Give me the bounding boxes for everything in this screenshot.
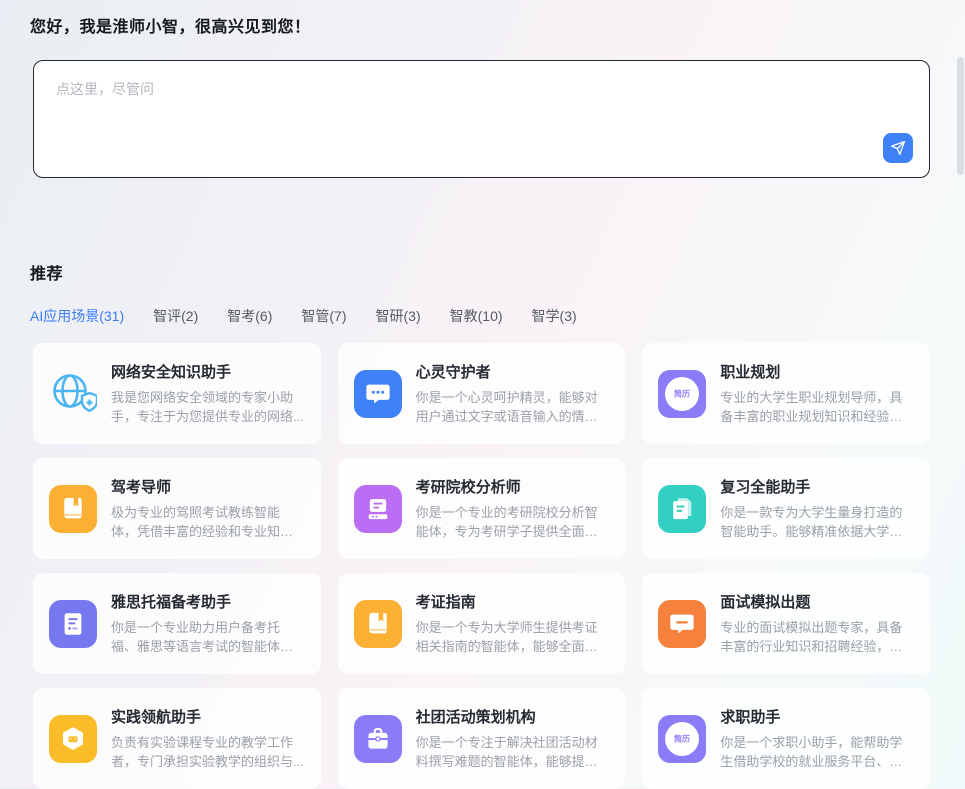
agent-card-desc: 专业的面试模拟出题专家，具备丰富的行业知识和招聘经验，能够... <box>720 618 914 656</box>
agent-card-title: 心灵守护者 <box>416 361 610 382</box>
agent-card-desc: 你是一个专注于解决社团活动材料撰写难题的智能体，能够提供极... <box>416 733 610 771</box>
book-icon <box>354 600 402 648</box>
scrollbar-thumb[interactable] <box>957 57 964 175</box>
agent-card-grid: 网络安全知识助手 我是您网络安全领域的专家小助手，专注于为您提供专业的网络...… <box>33 343 930 789</box>
agent-card[interactable]: 复习全能助手 你是一款专为大学生量身打造的智能助手。能够精准依据大学生的... <box>642 458 930 559</box>
chat-input-box[interactable] <box>33 60 930 178</box>
agent-card-title: 职业规划 <box>720 361 914 382</box>
greeting-text: 您好，我是淮师小智，很高兴见到您！ <box>30 13 311 37</box>
agent-card-desc: 你是一个专业的考研院校分析智能体，专为考研学子提供全面、精... <box>416 503 610 541</box>
agent-card-title: 实践领航助手 <box>111 706 305 727</box>
agent-card[interactable]: 实践领航助手 负责有实验课程专业的教学工作者，专门承担实验教学的组织与... <box>33 688 321 789</box>
briefcase-icon <box>354 715 402 763</box>
agent-card-title: 复习全能助手 <box>720 476 914 497</box>
agent-card-desc: 极为专业的驾照考试教练智能体，凭借丰富的经验和专业知识，致... <box>111 503 305 541</box>
agent-card-title: 驾考导师 <box>111 476 305 497</box>
agent-card[interactable]: 简历 职业规划 专业的大学生职业规划导师，具备丰富的职业规划知识和经验，能... <box>642 343 930 444</box>
paper-plane-icon <box>890 140 906 156</box>
notes-icon <box>658 485 706 533</box>
agent-card-desc: 我是您网络安全领域的专家小助手，专注于为您提供专业的网络... <box>111 388 305 426</box>
send-button[interactable] <box>883 133 913 163</box>
resume-badge-icon: 简历 <box>658 370 706 418</box>
globe-shield-icon <box>49 370 97 418</box>
agent-card-title: 求职助手 <box>720 706 914 727</box>
tab-category-4[interactable]: 智研(3) <box>376 306 421 326</box>
agent-card-title: 网络安全知识助手 <box>111 361 305 382</box>
recommend-title: 推荐 <box>30 260 63 284</box>
agent-card-title: 社团活动策划机构 <box>416 706 610 727</box>
chat-line-icon <box>658 600 706 648</box>
book-icon <box>49 485 97 533</box>
agent-card[interactable]: 简历 求职助手 你是一个求职小助手，能帮助学生借助学校的就业服务平台、招聘... <box>642 688 930 789</box>
agent-card[interactable]: 网络安全知识助手 我是您网络安全领域的专家小助手，专注于为您提供专业的网络... <box>33 343 321 444</box>
chat-input[interactable] <box>38 65 868 137</box>
agent-card-desc: 你是一个专业助力用户备考托福、雅思等语言考试的智能体。 ## ... <box>111 618 305 656</box>
tab-category-5[interactable]: 智教(10) <box>450 306 503 326</box>
tab-category-1[interactable]: 智评(2) <box>153 306 198 326</box>
chat-dots-icon <box>354 370 402 418</box>
agent-card-desc: 你是一个求职小助手，能帮助学生借助学校的就业服务平台、招聘... <box>720 733 914 771</box>
agent-card[interactable]: 面试模拟出题 专业的面试模拟出题专家，具备丰富的行业知识和招聘经验，能够... <box>642 573 930 674</box>
category-tabs: AI应用场景(31) 智评(2) 智考(6) 智管(7) 智研(3) 智教(10) 智学(3… <box>30 306 577 326</box>
tab-category-6[interactable]: 智学(3) <box>532 306 577 326</box>
exam-doc-icon <box>49 600 97 648</box>
agent-card[interactable]: 心灵守护者 你是一个心灵呵护精灵，能够对用户通过文字或语音输入的情绪日... <box>338 343 626 444</box>
agent-card-desc: 你是一个心灵呵护精灵，能够对用户通过文字或语音输入的情绪日... <box>416 388 610 426</box>
tab-ai-scenarios[interactable]: AI应用场景(31) <box>30 306 124 326</box>
agent-card-desc: 你是一款专为大学生量身打造的智能助手。能够精准依据大学生的... <box>720 503 914 541</box>
agent-card-title: 考研院校分析师 <box>416 476 610 497</box>
agent-card-desc: 你是一个专为大学师生提供考证相关指南的智能体，能够全面且精... <box>416 618 610 656</box>
agent-card[interactable]: 雅思托福备考助手 你是一个专业助力用户备考托福、雅思等语言考试的智能体。 ## … <box>33 573 321 674</box>
agent-card-title: 雅思托福备考助手 <box>111 591 305 612</box>
agent-card[interactable]: 考研院校分析师 你是一个专业的考研院校分析智能体，专为考研学子提供全面、精... <box>338 458 626 559</box>
cube-icon <box>49 715 97 763</box>
agent-card[interactable]: 驾考导师 极为专业的驾照考试教练智能体，凭借丰富的经验和专业知识，致... <box>33 458 321 559</box>
agent-card-desc: 专业的大学生职业规划导师，具备丰富的职业规划知识和经验，能... <box>720 388 914 426</box>
tab-category-3[interactable]: 智管(7) <box>301 306 346 326</box>
agent-card-title: 考证指南 <box>416 591 610 612</box>
page-scrollbar[interactable] <box>957 0 964 788</box>
agent-card-title: 面试模拟出题 <box>720 591 914 612</box>
agent-card-desc: 负责有实验课程专业的教学工作者，专门承担实验教学的组织与... <box>111 733 305 771</box>
resume-badge-icon: 简历 <box>658 715 706 763</box>
agent-card[interactable]: 考证指南 你是一个专为大学师生提供考证相关指南的智能体，能够全面且精... <box>338 573 626 674</box>
agent-card[interactable]: 社团活动策划机构 你是一个专注于解决社团活动材料撰写难题的智能体，能够提供极..… <box>338 688 626 789</box>
tab-category-2[interactable]: 智考(6) <box>227 306 272 326</box>
analysis-doc-icon <box>354 485 402 533</box>
